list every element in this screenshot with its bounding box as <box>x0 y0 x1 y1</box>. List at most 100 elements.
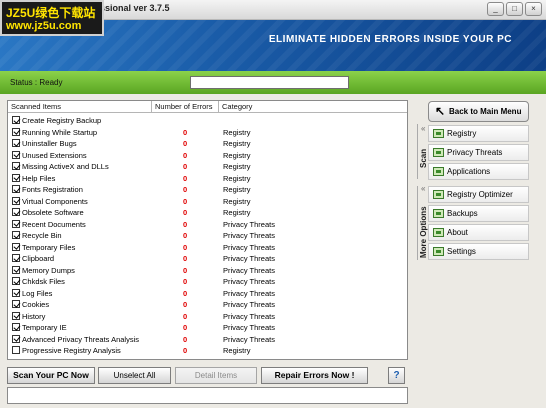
item-checkbox[interactable] <box>12 311 20 320</box>
list-item[interactable]: Chkdsk Files 0 Privacy Threats <box>8 276 407 288</box>
item-name: Clipboard <box>22 254 55 263</box>
item-checkbox[interactable] <box>12 196 20 205</box>
list-item[interactable]: Fonts Registration 0 Registry <box>8 184 407 196</box>
item-checkbox[interactable] <box>12 323 20 331</box>
item-checkbox[interactable] <box>12 150 20 159</box>
list-item[interactable]: Running While Startup 0 Registry <box>8 127 407 139</box>
list-item[interactable]: Temporary Files 0 Privacy Threats <box>8 242 407 254</box>
column-number-of-errors[interactable]: Number of Errors <box>152 101 219 112</box>
info-strip <box>7 387 408 404</box>
item-category: Registry <box>223 162 251 171</box>
scan-items-list[interactable]: Scanned Items Number of Errors Category … <box>7 100 408 360</box>
watermark-line2: www.jz5u.com <box>6 20 82 32</box>
list-item[interactable]: Memory Dumps 0 Privacy Threats <box>8 265 407 277</box>
list-item[interactable]: Virtual Components 0 Registry <box>8 196 407 208</box>
list-item[interactable]: Obsolete Software 0 Registry <box>8 207 407 219</box>
column-scanned-items[interactable]: Scanned Items <box>8 101 152 112</box>
sidebar-item-backups[interactable]: Backups <box>428 205 529 222</box>
item-checkbox[interactable] <box>12 334 20 343</box>
close-button[interactable]: × <box>525 2 542 16</box>
item-checkbox[interactable] <box>12 116 20 124</box>
repair-errors-button[interactable]: Repair Errors Now ! <box>261 367 368 384</box>
list-item[interactable]: Uninstaller Bugs 0 Registry <box>8 138 407 150</box>
item-error-count: 0 <box>183 219 188 229</box>
back-to-main-menu-button[interactable]: ↖ Back to Main Menu <box>428 101 529 122</box>
sidebar-item-label: Backups <box>447 209 478 218</box>
item-name: Log Files <box>22 288 53 298</box>
item-category: Privacy Threats <box>223 219 275 229</box>
status-progress-field <box>190 76 349 89</box>
item-name: Recent Documents <box>22 219 86 229</box>
sidebar-item-label: Settings <box>447 247 476 256</box>
item-category: Privacy Threats <box>223 277 275 286</box>
collapse-scan-icon[interactable]: « <box>421 124 425 133</box>
list-item[interactable]: Log Files 0 Privacy Threats <box>8 288 407 300</box>
list-item[interactable]: Help Files 0 Registry <box>8 173 407 185</box>
item-checkbox[interactable] <box>12 127 20 136</box>
item-error-count: 0 <box>183 139 188 148</box>
item-name: Missing ActiveX and DLLs <box>22 162 109 171</box>
item-checkbox[interactable] <box>12 265 20 274</box>
list-item[interactable]: History 0 Privacy Threats <box>8 311 407 323</box>
item-checkbox[interactable] <box>12 219 20 228</box>
watermark-logo: JZ5U绿色下载站 www.jz5u.com <box>0 0 104 36</box>
item-error-count: 0 <box>183 208 188 217</box>
item-checkbox[interactable] <box>12 185 20 193</box>
item-checkbox[interactable] <box>12 346 20 354</box>
list-item[interactable]: Progressive Registry Analysis 0 Registry <box>8 345 407 357</box>
scan-section-label: Scan <box>419 148 428 168</box>
item-checkbox[interactable] <box>12 254 20 262</box>
list-item[interactable]: Clipboard 0 Privacy Threats <box>8 253 407 265</box>
list-item[interactable]: Temporary IE 0 Privacy Threats <box>8 322 407 334</box>
sidebar-item-privacy-threats[interactable]: Privacy Threats <box>428 144 529 161</box>
back-to-main-menu-label: Back to Main Menu <box>449 107 522 116</box>
item-error-count: 0 <box>183 254 188 263</box>
sidebar-item-about[interactable]: About <box>428 224 529 241</box>
item-checkbox[interactable] <box>12 208 20 216</box>
status-label: Status : Ready <box>10 78 63 87</box>
sidebar-item-settings[interactable]: Settings <box>428 243 529 260</box>
unselect-all-button[interactable]: Unselect All <box>98 367 171 384</box>
list-item[interactable]: Unused Extensions 0 Registry <box>8 150 407 162</box>
list-header: Scanned Items Number of Errors Category <box>8 101 407 113</box>
item-checkbox[interactable] <box>12 277 20 285</box>
item-checkbox[interactable] <box>12 300 20 308</box>
sidebar-item-label: Privacy Threats <box>447 148 503 157</box>
item-name: Temporary Files <box>22 242 76 252</box>
column-category[interactable]: Category <box>219 101 407 112</box>
item-checkbox[interactable] <box>12 139 20 147</box>
list-item[interactable]: Create Registry Backup <box>8 115 407 127</box>
scan-now-button[interactable]: Scan Your PC Now <box>7 367 95 384</box>
sidebar-item-label: Registry Optimizer <box>447 190 513 199</box>
item-name: Chkdsk Files <box>22 277 65 286</box>
item-category: Privacy Threats <box>223 265 275 275</box>
sidebar-item-registry-optimizer[interactable]: Registry Optimizer <box>428 186 529 203</box>
item-checkbox[interactable] <box>12 242 20 251</box>
item-checkbox[interactable] <box>12 288 20 297</box>
help-button[interactable]: ? <box>388 367 405 384</box>
sidebar-item-registry[interactable]: Registry <box>428 125 529 142</box>
item-error-count: 0 <box>183 242 188 252</box>
item-error-count: 0 <box>183 150 188 160</box>
list-item[interactable]: Advanced Privacy Threats Analysis 0 Privac… <box>8 334 407 346</box>
item-error-count: 0 <box>183 231 188 240</box>
item-checkbox[interactable] <box>12 162 20 170</box>
list-item[interactable]: Missing ActiveX and DLLs 0 Registry <box>8 161 407 173</box>
list-item[interactable]: Recent Documents 0 Privacy Threats <box>8 219 407 231</box>
about-icon <box>433 228 444 237</box>
detail-items-button[interactable]: Detail Items <box>175 367 257 384</box>
list-item[interactable]: Cookies 0 Privacy Threats <box>8 299 407 311</box>
item-category: Privacy Threats <box>223 300 275 309</box>
list-item[interactable]: Recycle Bin 0 Privacy Threats <box>8 230 407 242</box>
window-title: ssional ver 3.7.5 <box>100 3 170 13</box>
minimize-button[interactable]: _ <box>487 2 504 16</box>
maximize-button[interactable]: □ <box>506 2 523 16</box>
banner-slogan: ELIMINATE HIDDEN ERRORS INSIDE YOUR PC <box>268 34 512 45</box>
item-checkbox[interactable] <box>12 173 20 182</box>
item-category: Privacy Threats <box>223 231 275 240</box>
item-category: Registry <box>223 127 251 137</box>
collapse-more-options-icon[interactable]: « <box>421 184 425 193</box>
sidebar-item-applications[interactable]: Applications <box>428 163 529 180</box>
item-error-count: 0 <box>183 127 188 137</box>
item-checkbox[interactable] <box>12 231 20 239</box>
